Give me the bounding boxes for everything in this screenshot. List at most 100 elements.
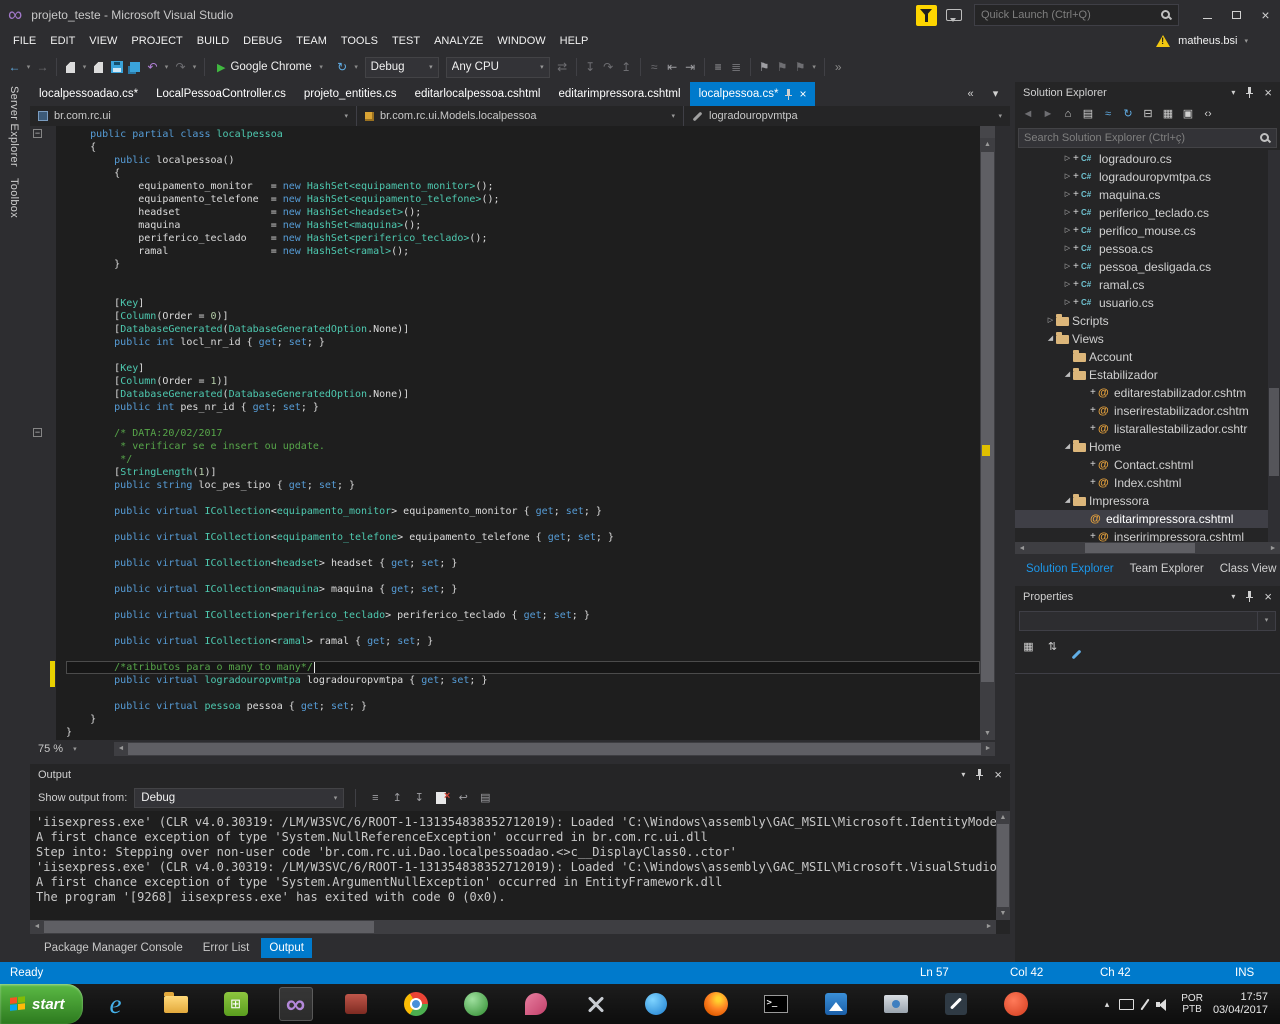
- menu-debug[interactable]: DEBUG: [236, 30, 289, 52]
- properties-page-icon[interactable]: ▣: [1180, 103, 1196, 126]
- menu-team[interactable]: TEAM: [289, 30, 334, 52]
- dropdown-caret-icon[interactable]: ▾: [162, 63, 171, 71]
- menu-test[interactable]: TEST: [385, 30, 427, 52]
- code-line[interactable]: public partial class localpessoa: [66, 128, 980, 141]
- tree-item[interactable]: Account: [1015, 348, 1268, 366]
- messages-icon[interactable]: ≡: [367, 785, 383, 811]
- code-line[interactable]: public virtual ICollection<equipamento_m…: [66, 505, 980, 518]
- word-wrap-icon[interactable]: ↩: [455, 785, 471, 811]
- code-line[interactable]: ramal = new HashSet<ramal>();: [66, 245, 980, 258]
- scroll-up-icon[interactable]: ▲: [996, 811, 1010, 824]
- start-debug-button[interactable]: ▶Google Chrome▾: [210, 52, 333, 82]
- tree-item[interactable]: ▷Scripts: [1015, 312, 1268, 330]
- tree-item[interactable]: +@inserirestabilizador.cshtm: [1015, 402, 1268, 420]
- code-line[interactable]: [66, 622, 980, 635]
- code-line[interactable]: headset = new HashSet<headset>();: [66, 206, 980, 219]
- restore-button[interactable]: [1222, 0, 1251, 30]
- code-line[interactable]: public virtual logradouropvmtpa logradou…: [66, 674, 980, 687]
- editor-tab[interactable]: editarlocalpessoa.cshtml: [406, 82, 550, 106]
- fold-collapse-icon[interactable]: −: [33, 129, 42, 138]
- step-into-icon[interactable]: ↧: [582, 52, 599, 82]
- panel-tab-team-explorer[interactable]: Team Explorer: [1123, 559, 1211, 579]
- next-bookmark-icon[interactable]: ⚑: [792, 52, 809, 82]
- step-out-icon[interactable]: ↥: [618, 52, 635, 82]
- collapse-all-icon[interactable]: ⊟: [1140, 103, 1156, 126]
- uncomment-lines-icon[interactable]: ≣: [728, 52, 745, 82]
- properties-object-select[interactable]: ▾: [1019, 611, 1276, 631]
- tree-item[interactable]: ▷+C#pessoa.cs: [1015, 240, 1268, 258]
- scrollbar-thumb[interactable]: [997, 824, 1009, 907]
- back-icon[interactable]: ◄: [1020, 103, 1036, 126]
- window-position-icon[interactable]: ▾: [1231, 88, 1235, 97]
- scroll-tab-list-icon[interactable]: «: [962, 82, 979, 106]
- code-line[interactable]: periferico_teclado = new HashSet<perifer…: [66, 232, 980, 245]
- save-all-icon[interactable]: [126, 52, 143, 82]
- close-icon[interactable]: ×: [1264, 86, 1272, 99]
- editor-tab[interactable]: localpessoa.cs*×: [690, 82, 816, 106]
- expander-icon[interactable]: ▷: [1062, 258, 1073, 276]
- code-line[interactable]: [66, 544, 980, 557]
- code-editor[interactable]: −− public partial class localpessoa { pu…: [30, 126, 995, 740]
- panel-tab-solution-explorer[interactable]: Solution Explorer: [1019, 559, 1121, 579]
- home-icon[interactable]: ⌂: [1060, 103, 1076, 126]
- feedback-bubble-icon[interactable]: [946, 9, 962, 21]
- editor-horizontal-scrollbar[interactable]: ◄ ►: [114, 742, 995, 756]
- alphabetical-icon[interactable]: ⇅: [1045, 639, 1060, 669]
- dropdown-caret-icon[interactable]: ▾: [810, 63, 819, 71]
- scroll-right-icon[interactable]: ►: [1266, 542, 1280, 554]
- project-dropdown[interactable]: br.com.rc.ui ▾: [30, 106, 357, 126]
- toggle-bookmark-icon[interactable]: ⚑: [756, 52, 773, 82]
- bottom-tab-error-list[interactable]: Error List: [195, 938, 258, 958]
- expander-icon[interactable]: ▷: [1062, 204, 1073, 222]
- hidden-icons-chevron[interactable]: ▴: [1105, 999, 1110, 1010]
- toolbar-overflow-icon[interactable]: »: [830, 52, 847, 82]
- fold-collapse-icon[interactable]: −: [33, 428, 42, 437]
- decrease-indent-icon[interactable]: ⇤: [664, 52, 681, 82]
- close-icon[interactable]: ×: [994, 768, 1002, 781]
- code-line[interactable]: [Key]: [66, 297, 980, 310]
- feedback-flask-icon[interactable]: [916, 5, 937, 26]
- pending-changes-filter-icon[interactable]: ≈: [1100, 103, 1116, 126]
- code-line[interactable]: [66, 596, 980, 609]
- expander-icon[interactable]: ▷: [1062, 222, 1073, 240]
- scroll-down-icon[interactable]: ▼: [980, 727, 995, 740]
- tree-item[interactable]: ◢Estabilizador: [1015, 366, 1268, 384]
- code-line[interactable]: public int pes_nr_id { get; set; }: [66, 401, 980, 414]
- server-explorer-vertical-tab[interactable]: Server Explorer: [8, 86, 20, 167]
- output-vertical-scrollbar[interactable]: ▲ ▼: [996, 811, 1010, 920]
- expander-icon[interactable]: ◢: [1062, 492, 1073, 510]
- code-line[interactable]: equipamento_monitor = new HashSet<equipa…: [66, 180, 980, 193]
- notification-warning-icon[interactable]: [1156, 35, 1171, 48]
- quick-launch-input[interactable]: Quick Launch (Ctrl+Q): [974, 4, 1179, 26]
- comment-lines-icon[interactable]: ≡: [710, 52, 727, 82]
- code-line[interactable]: [66, 349, 980, 362]
- display-icon[interactable]: [1119, 989, 1134, 1019]
- scroll-up-icon[interactable]: ▲: [980, 138, 995, 151]
- browser-link-refresh-icon[interactable]: ↻: [334, 52, 351, 82]
- save-icon[interactable]: [108, 52, 125, 82]
- tree-item[interactable]: ▷+C#logradouro.cs: [1015, 150, 1268, 168]
- internet-explorer-icon[interactable]: [99, 987, 133, 1021]
- properties-header[interactable]: Properties ▾ ×: [1015, 586, 1280, 607]
- increase-indent-icon[interactable]: ⇥: [682, 52, 699, 82]
- toolbox-vertical-tab[interactable]: Toolbox: [8, 178, 20, 218]
- code-line[interactable]: * verificar se e insert ou update.: [66, 440, 980, 453]
- photo-viewer-icon[interactable]: [879, 987, 913, 1021]
- menu-project[interactable]: PROJECT: [124, 30, 189, 52]
- dropdown-caret-icon[interactable]: ▾: [352, 63, 361, 71]
- editor-vertical-scrollbar[interactable]: ▲ ▼: [980, 126, 995, 740]
- navigate-back-icon[interactable]: ←: [6, 52, 23, 82]
- expander-icon[interactable]: ▷: [1062, 294, 1073, 312]
- tree-item[interactable]: ▷+C#periferico_teclado.cs: [1015, 204, 1268, 222]
- code-line[interactable]: public virtual ICollection<maquina> maqu…: [66, 583, 980, 596]
- tree-item[interactable]: +@Contact.cshtml: [1015, 456, 1268, 474]
- code-line[interactable]: equipamento_telefone = new HashSet<equip…: [66, 193, 980, 206]
- tree-item[interactable]: ▷+C#maquina.cs: [1015, 186, 1268, 204]
- properties-wrench-icon[interactable]: [1069, 639, 1084, 669]
- opera-icon[interactable]: [999, 987, 1033, 1021]
- scrollbar-thumb[interactable]: [1269, 388, 1279, 476]
- tree-item[interactable]: ▷+C#logradouropvmtpa.cs: [1015, 168, 1268, 186]
- scrollbar-thumb[interactable]: [44, 921, 374, 933]
- command-prompt-icon[interactable]: [759, 987, 793, 1021]
- code-line[interactable]: [Column(Order = 0)]: [66, 310, 980, 323]
